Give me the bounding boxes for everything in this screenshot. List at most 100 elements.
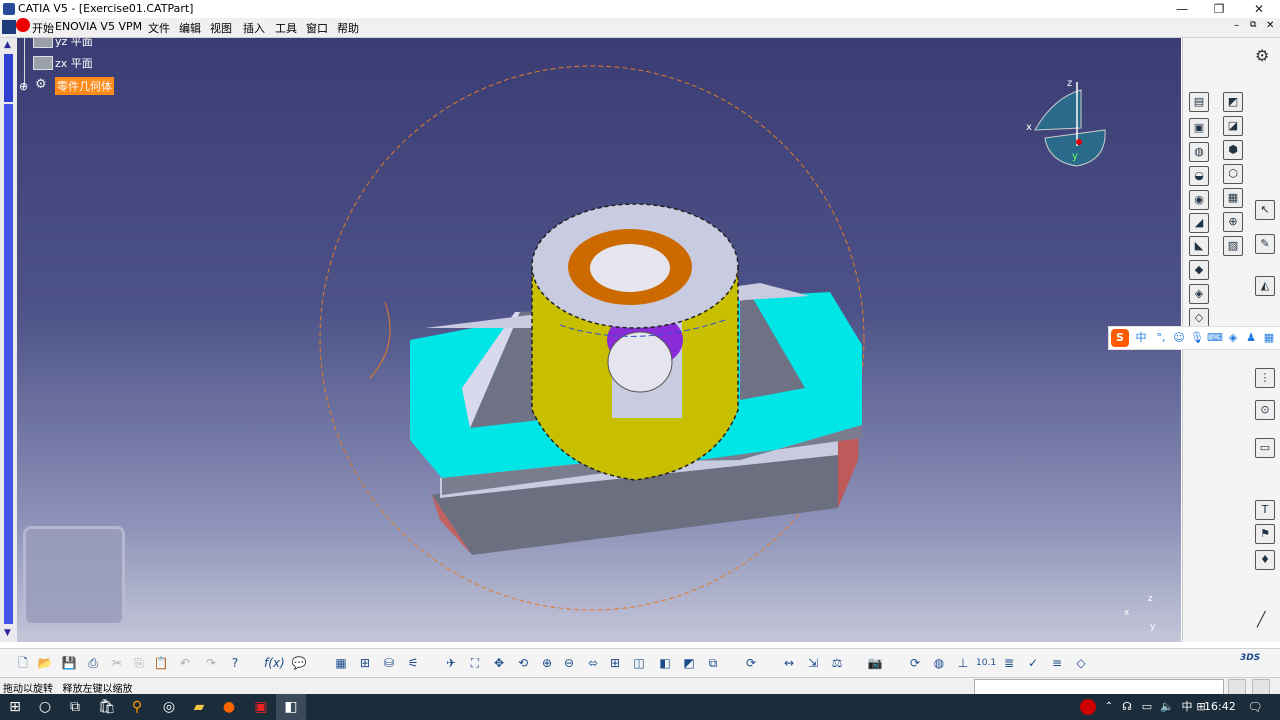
chamfer-icon[interactable]: ◪ <box>1223 116 1243 136</box>
rib-icon[interactable]: ◢ <box>1189 213 1209 233</box>
store-icon[interactable]: 🛍 <box>92 694 122 720</box>
menu-edit[interactable]: 编辑 <box>179 20 201 36</box>
pattern-icon[interactable]: ⋮ <box>1255 368 1275 388</box>
table-icon[interactable]: ▦ <box>332 654 350 672</box>
part-model[interactable] <box>17 38 1181 642</box>
spin-icon[interactable]: ⟳ <box>906 654 924 672</box>
emoji-icon[interactable]: ☺ <box>1171 330 1187 346</box>
rotate-icon[interactable]: ⟲ <box>514 654 532 672</box>
filter-icon[interactable]: ⚟ <box>404 654 422 672</box>
menu-help[interactable]: 帮助 <box>337 20 359 36</box>
maximize-button[interactable]: ❐ <box>1199 0 1239 18</box>
scroll-thumb[interactable] <box>4 54 13 102</box>
search-app-icon[interactable]: ⚲ <box>122 694 152 720</box>
catia-taskbar-icon[interactable]: ◧ <box>276 694 306 720</box>
hidden-icon[interactable]: ▭ <box>1255 438 1275 458</box>
remove-loft-icon[interactable]: ◇ <box>1189 308 1209 328</box>
formula-icon[interactable]: f(x) <box>264 654 285 672</box>
menu-tools[interactable]: 工具 <box>275 20 297 36</box>
tray-clock[interactable]: 16:42 <box>1204 700 1236 713</box>
command-button-1[interactable] <box>1228 679 1246 695</box>
compass-widget[interactable] <box>1023 78 1115 172</box>
voice-icon[interactable]: 🎙 <box>1189 330 1205 346</box>
remove-face-icon[interactable]: ▧ <box>1223 236 1243 256</box>
edge-fillet-icon[interactable]: ◩ <box>1223 92 1243 112</box>
iso-view-icon[interactable]: ◫ <box>630 654 648 672</box>
task-view-icon[interactable]: ⧉ <box>60 694 90 720</box>
stiffener-icon[interactable]: ◆ <box>1189 260 1209 280</box>
close-button[interactable]: ✕ <box>1239 0 1279 18</box>
pocket-icon[interactable]: ▣ <box>1189 118 1209 138</box>
hide-show-icon[interactable]: ◩ <box>680 654 698 672</box>
loft-icon[interactable]: ◈ <box>1189 284 1209 304</box>
measure-item-icon[interactable]: ⇲ <box>804 654 822 672</box>
comment-icon[interactable]: 💬 <box>290 654 308 672</box>
copy-icon[interactable]: ⎘ <box>130 654 148 672</box>
overview-thumbnail[interactable] <box>23 526 125 626</box>
inertia-icon[interactable]: ⚖ <box>828 654 846 672</box>
doc-close-button[interactable]: ✕ <box>1266 20 1274 31</box>
hole-icon[interactable]: ◉ <box>1189 190 1209 210</box>
multi-view-icon[interactable]: ⊞ <box>606 654 624 672</box>
tree-view-icon[interactable]: ⊞ <box>356 654 374 672</box>
sogou-logo-icon[interactable]: S <box>1111 329 1129 347</box>
sketch-icon[interactable]: ✎ <box>1255 234 1275 254</box>
scroll-track[interactable] <box>4 104 13 624</box>
tshirt-icon[interactable]: ♟ <box>1243 330 1259 346</box>
new-icon[interactable]: 🗋 <box>14 654 32 672</box>
cut-icon[interactable]: ✂ <box>108 654 126 672</box>
axis-system-icon[interactable]: ⊥ <box>954 654 972 672</box>
windows-start-icon[interactable]: ⊞ <box>0 694 30 720</box>
punctuation-icon[interactable]: °, <box>1153 330 1169 346</box>
notification-icon[interactable]: 🗨 <box>1240 694 1270 720</box>
command-button-2[interactable] <box>1252 679 1270 695</box>
line-tool-icon[interactable]: ╱ <box>1257 612 1265 628</box>
slot-icon[interactable]: ◣ <box>1189 236 1209 256</box>
eraser-icon[interactable]: ◇ <box>1072 654 1090 672</box>
scroll-up-arrow-icon[interactable]: ▲ <box>4 40 11 50</box>
menu-window[interactable]: 窗口 <box>306 20 328 36</box>
fly-mode-icon[interactable]: ✈ <box>442 654 460 672</box>
search-icon[interactable]: ○ <box>30 694 60 720</box>
paste-icon[interactable]: 📋 <box>152 654 170 672</box>
fit-all-icon[interactable]: ⛶ <box>466 654 484 672</box>
redo-icon[interactable]: ↷ <box>202 654 220 672</box>
whats-this-icon[interactable]: ? <box>226 654 244 672</box>
zoom-in-icon[interactable]: ⊕ <box>538 654 556 672</box>
measure-icon[interactable]: ⊙ <box>1255 400 1275 420</box>
print-icon[interactable]: ⎙ <box>84 654 102 672</box>
skin-icon[interactable]: ◈ <box>1225 330 1241 346</box>
list-icon[interactable]: ≡ <box>1048 654 1066 672</box>
3d-viewport[interactable]: yz 平面 zx 平面 ⊕ ⚙ 零件几何体 x y z z x y <box>17 38 1181 642</box>
menu-view[interactable]: 视图 <box>210 20 232 36</box>
doc-minimize-button[interactable]: – <box>1234 20 1239 31</box>
thickness-icon[interactable]: ▦ <box>1223 188 1243 208</box>
save-icon[interactable]: 💾 <box>60 654 78 672</box>
update-icon[interactable]: ⟳ <box>742 654 760 672</box>
command-input[interactable] <box>974 679 1224 695</box>
undo-icon[interactable]: ↶ <box>176 654 194 672</box>
menu-enovia[interactable]: ENOVIA V5 VPM <box>55 20 142 33</box>
capture-icon[interactable]: 📷 <box>866 654 884 672</box>
minimize-button[interactable]: — <box>1162 0 1202 18</box>
recorder-app-icon[interactable]: ▣ <box>246 694 276 720</box>
zoom-out-icon[interactable]: ⊖ <box>560 654 578 672</box>
groove-icon[interactable]: ◒ <box>1189 166 1209 186</box>
draft-icon[interactable]: ⬢ <box>1223 140 1243 160</box>
menu-grid-icon[interactable]: ▦ <box>1261 330 1277 346</box>
flag-icon[interactable]: ⚑ <box>1255 524 1275 544</box>
scroll-down-arrow-icon[interactable]: ▼ <box>4 628 11 638</box>
surface-icon[interactable]: ◭ <box>1255 276 1275 296</box>
open-icon[interactable]: 📂 <box>36 654 54 672</box>
settings-gear-icon[interactable]: ⚙ <box>1255 46 1269 65</box>
menu-start[interactable]: 开始 <box>32 20 54 36</box>
measure-between-icon[interactable]: ↔ <box>780 654 798 672</box>
file-explorer-icon[interactable]: ▰ <box>184 694 214 720</box>
ime-mode[interactable]: 中 <box>1133 330 1149 346</box>
media-app-icon[interactable]: ◎ <box>154 694 184 720</box>
value-display-icon[interactable]: 10.1 <box>976 654 996 672</box>
pad-icon[interactable]: ▤ <box>1189 92 1209 112</box>
shell-icon[interactable]: ⬡ <box>1223 164 1243 184</box>
catalog-icon[interactable]: ⛁ <box>380 654 398 672</box>
sketch-mark-icon[interactable]: ✓ <box>1024 654 1042 672</box>
